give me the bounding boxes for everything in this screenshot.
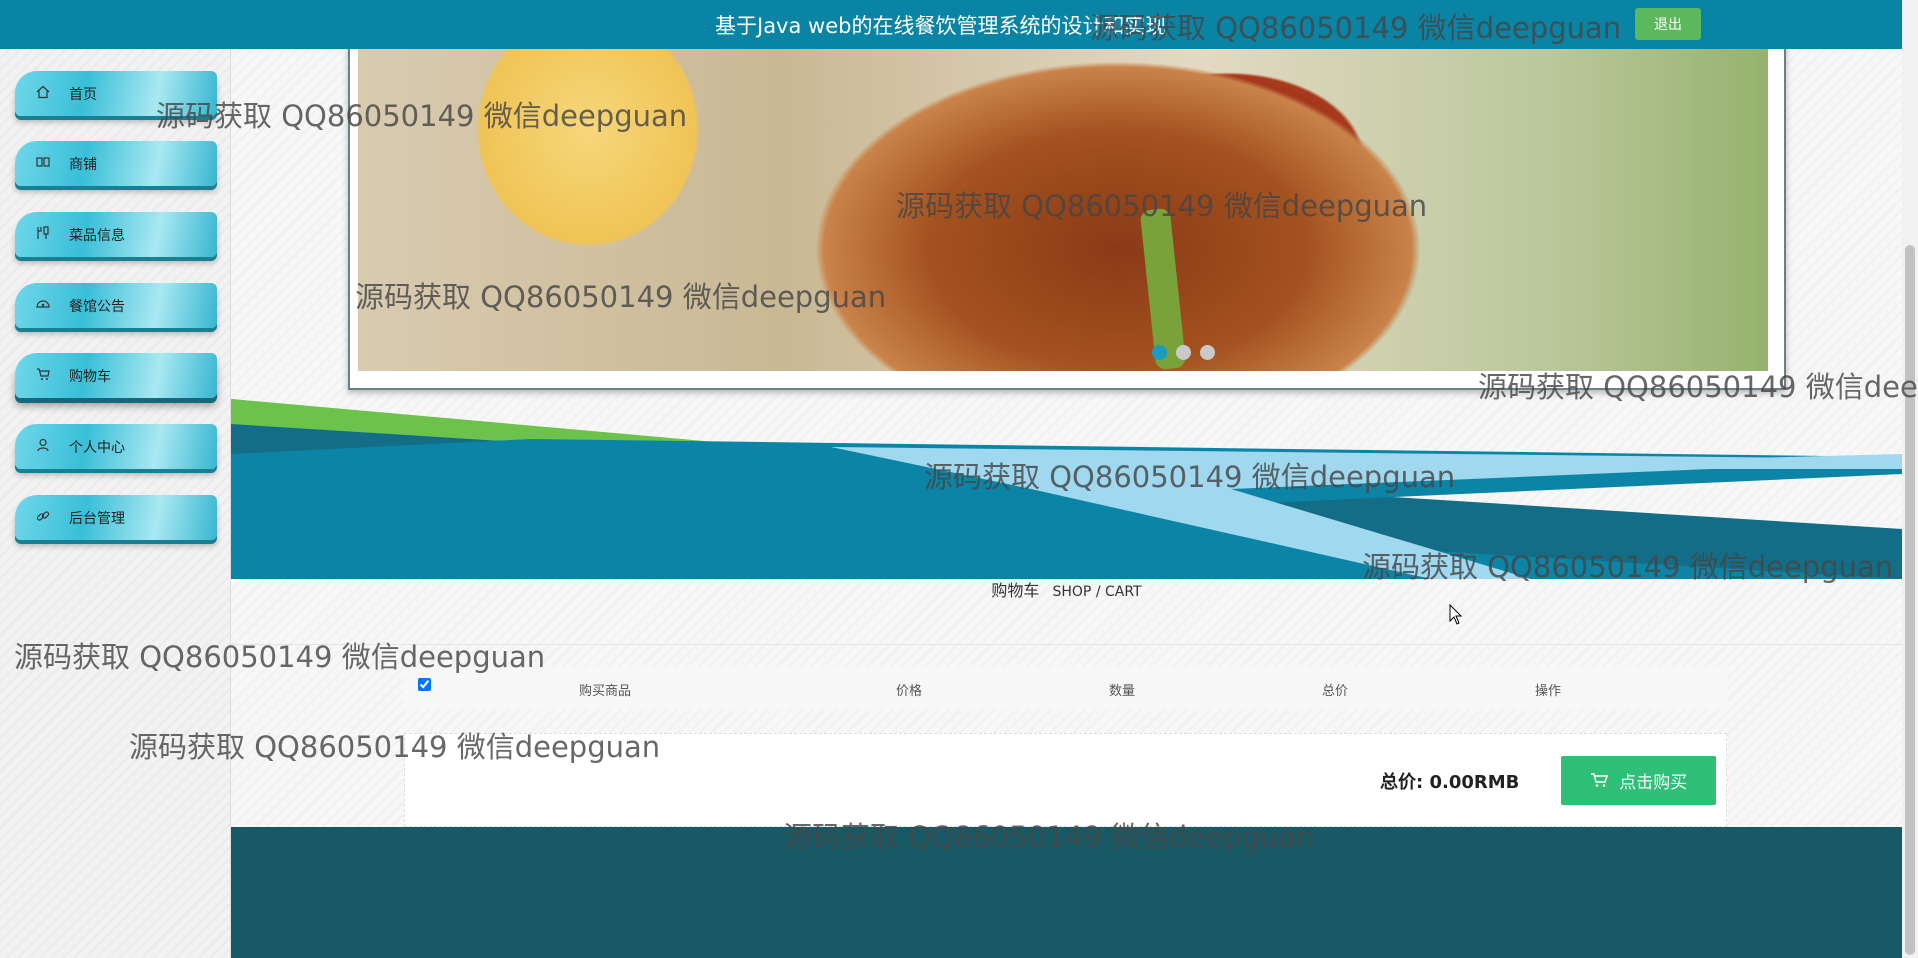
cart-icon [35, 367, 51, 383]
carousel-indicators [1152, 345, 1224, 364]
shop-icon [35, 155, 51, 171]
sidebar-item-label: 后台管理 [69, 511, 125, 527]
dish-icon [35, 226, 51, 242]
sidebar-item-admin[interactable]: 后台管理 [15, 495, 217, 540]
cart-subtitle: SHOP / CART [1052, 584, 1142, 600]
notice-icon [35, 297, 51, 313]
sidebar-item-label: 餐馆公告 [69, 299, 125, 315]
scrollbar-thumb[interactable] [1905, 245, 1915, 955]
footer-band [231, 827, 1902, 958]
logout-button[interactable]: 退出 [1635, 8, 1701, 40]
sidebar-item-dishes[interactable]: 菜品信息 [15, 212, 217, 257]
sidebar-item-profile[interactable]: 个人中心 [15, 424, 217, 469]
home-icon [35, 85, 51, 101]
column-header-price: 价格 [896, 684, 923, 699]
total-price: 总价: 0.00RMB [1380, 772, 1520, 793]
carousel-dot[interactable] [1200, 345, 1215, 360]
select-all-checkbox[interactable] [418, 678, 431, 691]
sidebar-item-label: 商铺 [69, 157, 97, 173]
column-header-total: 总价 [1322, 684, 1349, 699]
sidebar-item-label: 个人中心 [69, 440, 125, 456]
banner-image [358, 49, 1768, 371]
sidebar-item-cart[interactable]: 购物车 [15, 353, 217, 398]
column-header-actions: 操作 [1535, 684, 1562, 699]
buy-button[interactable]: 点击购买 [1561, 756, 1716, 805]
cart-heading: 购物车 SHOP / CART [231, 577, 1902, 601]
divider [231, 644, 1902, 645]
sidebar-item-label: 菜品信息 [69, 228, 125, 244]
cart-title: 购物车 [991, 581, 1040, 600]
page-scrollbar[interactable] [1902, 0, 1918, 958]
sidebar: 首页 商铺 菜品信息 餐馆公告 购物车 个人中心 后台管理 [0, 49, 231, 958]
cart-summary: 总价: 0.00RMB 点击购买 [404, 733, 1727, 827]
carousel-dot[interactable] [1176, 345, 1191, 360]
mouse-cursor-icon [1449, 603, 1463, 630]
user-icon [35, 438, 51, 454]
sidebar-item-label: 首页 [69, 87, 97, 103]
decorative-wave [231, 399, 1902, 579]
link-icon [35, 509, 51, 525]
sidebar-item-shop[interactable]: 商铺 [15, 141, 217, 186]
sidebar-item-label: 购物车 [69, 369, 111, 385]
sidebar-item-home[interactable]: 首页 [15, 71, 217, 116]
column-header-product: 购买商品 [579, 684, 632, 699]
banner-carousel[interactable] [348, 49, 1786, 390]
cart-table-header: 购买商品 价格 数量 总价 操作 [404, 667, 1727, 709]
carousel-dot[interactable] [1152, 345, 1167, 360]
sidebar-item-notice[interactable]: 餐馆公告 [15, 283, 217, 328]
top-bar: 基于Java web的在线餐饮管理系统的设计和实现 退出 [0, 0, 1902, 49]
column-header-quantity: 数量 [1109, 684, 1136, 699]
main-content: 购物车 SHOP / CART 购买商品 价格 数量 总价 操作 总价: 0.0… [231, 49, 1902, 958]
site-title: 基于Java web的在线餐饮管理系统的设计和实现 [715, 14, 1167, 38]
cart-icon [1590, 773, 1613, 793]
buy-button-label: 点击购买 [1619, 773, 1688, 793]
